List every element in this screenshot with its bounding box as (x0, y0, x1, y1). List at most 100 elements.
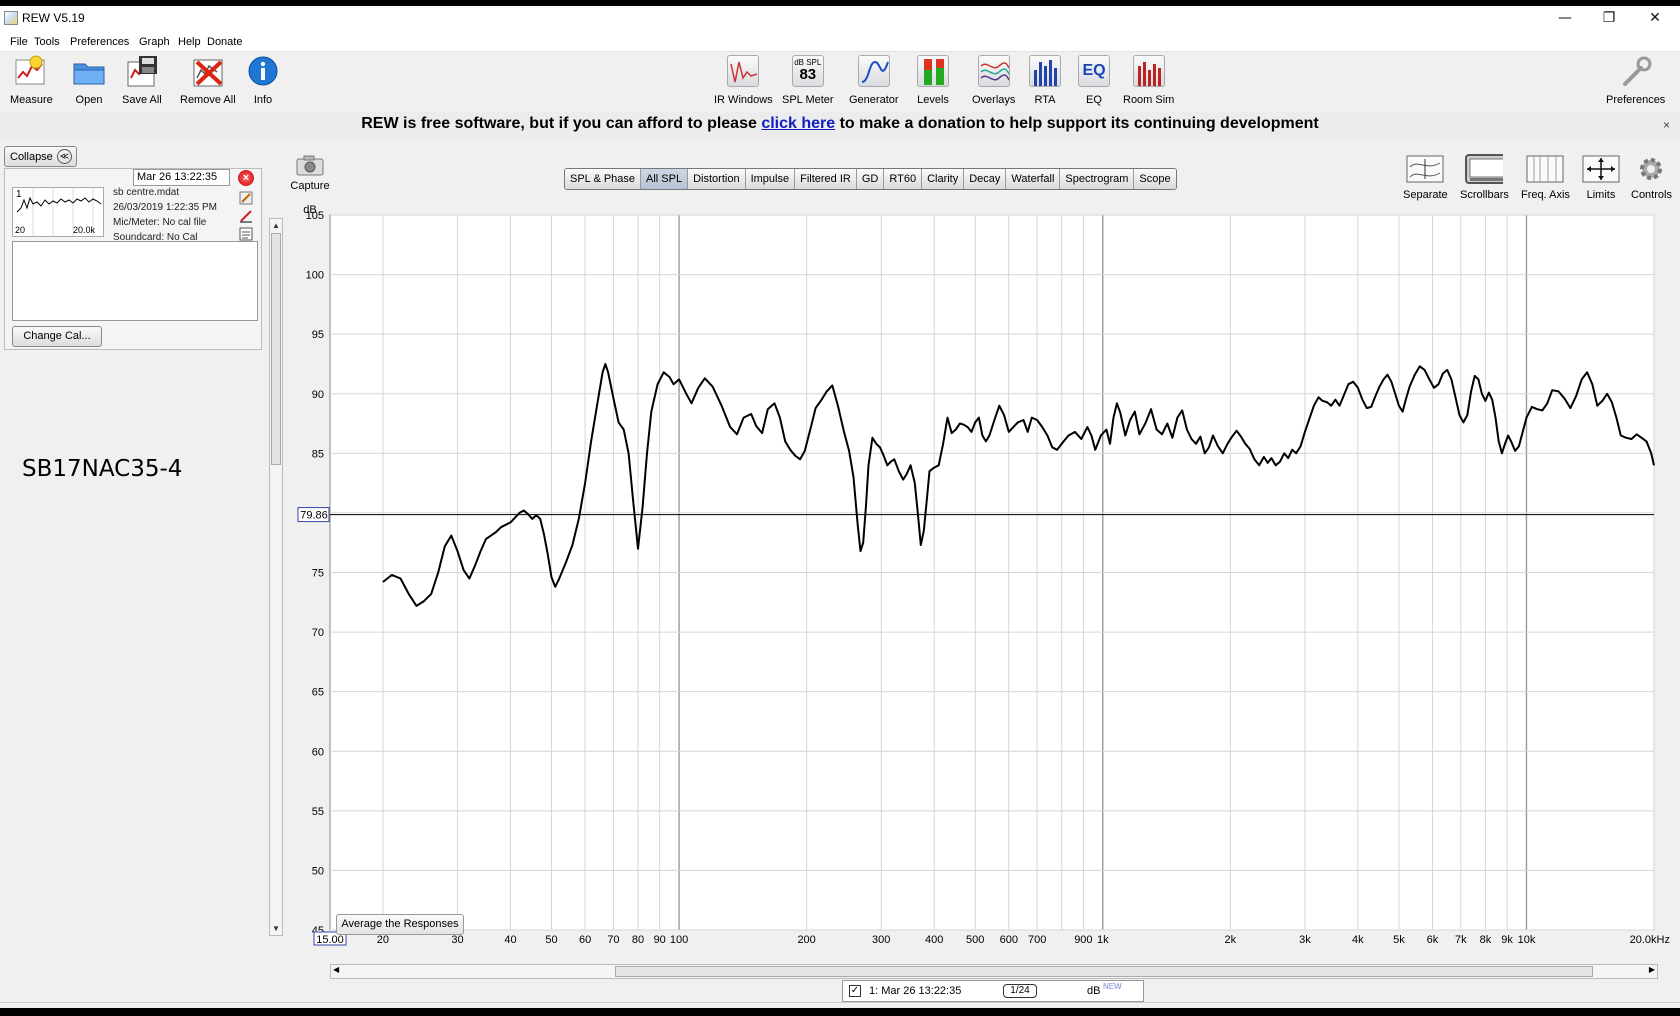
y-tick-label: 75 (312, 568, 324, 580)
room-sim-button[interactable]: Room Sim (1123, 54, 1174, 106)
tab-filtered-ir[interactable]: Filtered IR (795, 169, 857, 189)
tab-gd[interactable]: GD (856, 169, 885, 189)
generator-button[interactable]: Generator (849, 54, 899, 106)
tab-impulse[interactable]: Impulse (745, 169, 796, 189)
scrollbar-thumb[interactable] (271, 233, 281, 465)
menu-help[interactable]: Help (178, 36, 201, 48)
measurement-thumbnail: 1 20 20.0k (12, 187, 104, 237)
tab-scope[interactable]: Scope (1134, 169, 1176, 189)
x-tick-label: 300 (872, 934, 890, 946)
info-button[interactable]: Info (246, 54, 280, 106)
measurement-name: sb centre.mdat (113, 187, 180, 198)
measure-icon (14, 54, 48, 88)
frequency-scrollbar[interactable]: ◀ ▶ (330, 964, 1658, 979)
banner-text-before: REW is free software, but if you can aff… (361, 115, 762, 132)
measurements-panel: Collapse ≪ Mar 26 13:22:35 × 1 20 20.0k … (0, 138, 264, 998)
y-tick-label: 85 (312, 448, 324, 460)
notes-icon[interactable] (239, 227, 253, 241)
measurements-scrollbar[interactable]: ▲ ▼ (269, 218, 283, 936)
y-tick-label: 95 (312, 329, 324, 341)
save-all-button[interactable]: Save All (122, 54, 162, 106)
preferences-button[interactable]: Preferences (1606, 54, 1665, 106)
x-tick-label: 4k (1352, 934, 1364, 946)
smoothing-selector[interactable]: 1/24 (1003, 984, 1037, 998)
horizontal-scrollbar-thumb[interactable] (615, 966, 1593, 977)
measure-button[interactable]: Measure (10, 54, 53, 106)
donation-banner: REW is free software, but if you can aff… (0, 112, 1680, 138)
tab-distortion[interactable]: Distortion (688, 169, 746, 189)
x-tick-label: 9k (1501, 934, 1513, 946)
color-pen-icon[interactable] (239, 209, 253, 223)
freq-axis-button[interactable]: Freq. Axis (1521, 154, 1570, 201)
scroll-right-icon[interactable]: ▶ (1649, 965, 1655, 974)
save-icon (125, 54, 159, 88)
x-tick-label: 50 (545, 934, 557, 946)
x-tick-label: 20.0kHz (1630, 934, 1670, 946)
y-tick-label: 60 (312, 746, 324, 758)
x-tick-label: 100 (670, 934, 688, 946)
ir-windows-button[interactable]: IR Windows (714, 54, 773, 106)
main-toolbar: Measure Open Save All Remove All Info IR… (0, 52, 1680, 112)
close-button[interactable]: ✕ (1632, 6, 1678, 30)
trace-visible-checkbox[interactable]: ✓ (849, 985, 861, 997)
minimize-button[interactable]: — (1542, 6, 1588, 30)
rta-button[interactable]: RTA (1028, 54, 1062, 106)
overlays-button[interactable]: Overlays (972, 54, 1015, 106)
menu-bar: File Tools Preferences Graph Help Donate (0, 30, 1680, 52)
tab-spl-phase[interactable]: SPL & Phase (565, 169, 642, 189)
eq-button[interactable]: EQ EQ (1077, 54, 1111, 106)
scroll-down-icon[interactable]: ▼ (270, 922, 282, 935)
menu-preferences[interactable]: Preferences (70, 36, 129, 48)
open-button[interactable]: Open (72, 54, 106, 106)
edit-info-icon[interactable] (239, 191, 253, 205)
spl-meter-button[interactable]: dB SPL 83 SPL Meter (782, 54, 834, 106)
x-tick-label: 200 (797, 934, 815, 946)
tab-rt60[interactable]: RT60 (884, 169, 923, 189)
x-tick-label: 80 (632, 934, 644, 946)
measurement-date-field[interactable]: Mar 26 13:22:35 (133, 169, 230, 186)
banner-text-after: to make a donation to help support its c… (835, 115, 1319, 132)
donate-link[interactable]: click here (761, 115, 835, 132)
x-tick-label: 8k (1480, 934, 1492, 946)
capture-button[interactable]: Capture (287, 154, 333, 192)
menu-donate[interactable]: Donate (207, 36, 242, 48)
measurement-card[interactable]: Mar 26 13:22:35 × 1 20 20.0k sb centre.m… (4, 168, 262, 350)
controls-button[interactable]: Controls (1631, 154, 1672, 201)
banner-close-icon[interactable]: × (1663, 118, 1670, 132)
notes-textarea[interactable] (12, 241, 258, 321)
change-cal-button[interactable]: Change Cal... (12, 326, 102, 347)
delete-measurement-icon[interactable]: × (238, 170, 254, 186)
tab-clarity[interactable]: Clarity (922, 169, 965, 189)
x-tick-label: 90 (654, 934, 666, 946)
measurement-datetime: 26/03/2019 1:22:35 PM (113, 202, 217, 213)
limits-button[interactable]: Limits (1582, 154, 1620, 201)
separate-button[interactable]: Separate (1403, 154, 1448, 201)
menu-graph[interactable]: Graph (139, 36, 170, 48)
thumbnail-min-freq: 20 (15, 225, 26, 235)
menu-file[interactable]: File (10, 36, 28, 48)
tab-spectrogram[interactable]: Spectrogram (1060, 169, 1135, 189)
x-tick-label: 60 (579, 934, 591, 946)
x-tick-label: 10k (1518, 934, 1536, 946)
tab-decay[interactable]: Decay (964, 169, 1007, 189)
x-tick-label: 40 (504, 934, 516, 946)
room-sim-icon (1132, 55, 1165, 87)
y-tick-label: 65 (312, 687, 324, 699)
average-responses-button[interactable]: Average the Responses (336, 914, 464, 935)
levels-button[interactable]: Levels (916, 54, 950, 106)
collapse-button[interactable]: Collapse ≪ (4, 146, 77, 167)
x-tick-label: 15.00 (316, 934, 344, 946)
scroll-up-icon[interactable]: ▲ (270, 219, 282, 232)
y-tick-label: 55 (312, 806, 324, 818)
freq-axis-icon (1526, 154, 1564, 184)
remove-all-button[interactable]: Remove All (180, 54, 236, 106)
menu-tools[interactable]: Tools (34, 36, 60, 48)
tab-waterfall[interactable]: Waterfall (1006, 169, 1061, 189)
spl-chart[interactable]: 1051009590858075706560555045dB15.0020304… (290, 202, 1674, 964)
tab-all-spl[interactable]: All SPL (641, 169, 689, 189)
scrollbars-button[interactable]: Scrollbars (1460, 154, 1509, 201)
scroll-left-icon[interactable]: ◀ (333, 965, 339, 974)
restore-button[interactable]: ❐ (1586, 6, 1632, 30)
x-tick-label: 700 (1028, 934, 1046, 946)
x-tick-label: 5k (1393, 934, 1405, 946)
